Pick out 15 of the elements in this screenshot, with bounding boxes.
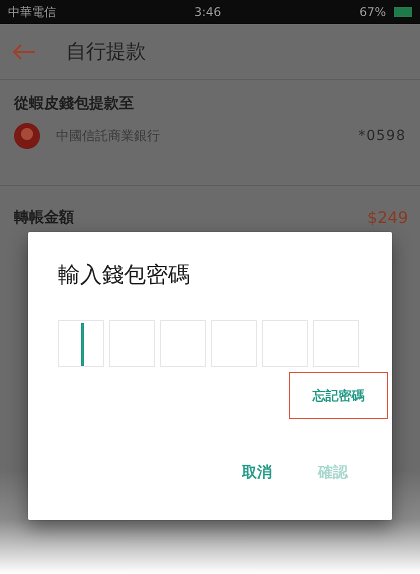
page-title: 自行提款 — [66, 38, 146, 65]
back-arrow-icon[interactable] — [12, 44, 36, 60]
account-number: *0598 — [358, 128, 406, 144]
amount-label: 轉帳金額 — [14, 208, 74, 227]
pin-digit-field[interactable] — [58, 320, 104, 367]
dialog-button[interactable]: 取消 — [238, 459, 276, 486]
battery-icon — [394, 7, 412, 17]
section-label: 從蝦皮錢包提款至 — [14, 94, 135, 113]
bank-logo-icon — [14, 123, 40, 149]
forgot-password-link[interactable]: 忘記密碼 — [289, 372, 388, 419]
carrier-name: 中華電信 — [8, 4, 56, 20]
battery-level: 67% — [359, 5, 386, 19]
clock-time: 3:46 — [194, 5, 222, 19]
dialog-title: 輸入錢包密碼 — [58, 262, 191, 290]
amount-value: $249 — [367, 208, 408, 227]
